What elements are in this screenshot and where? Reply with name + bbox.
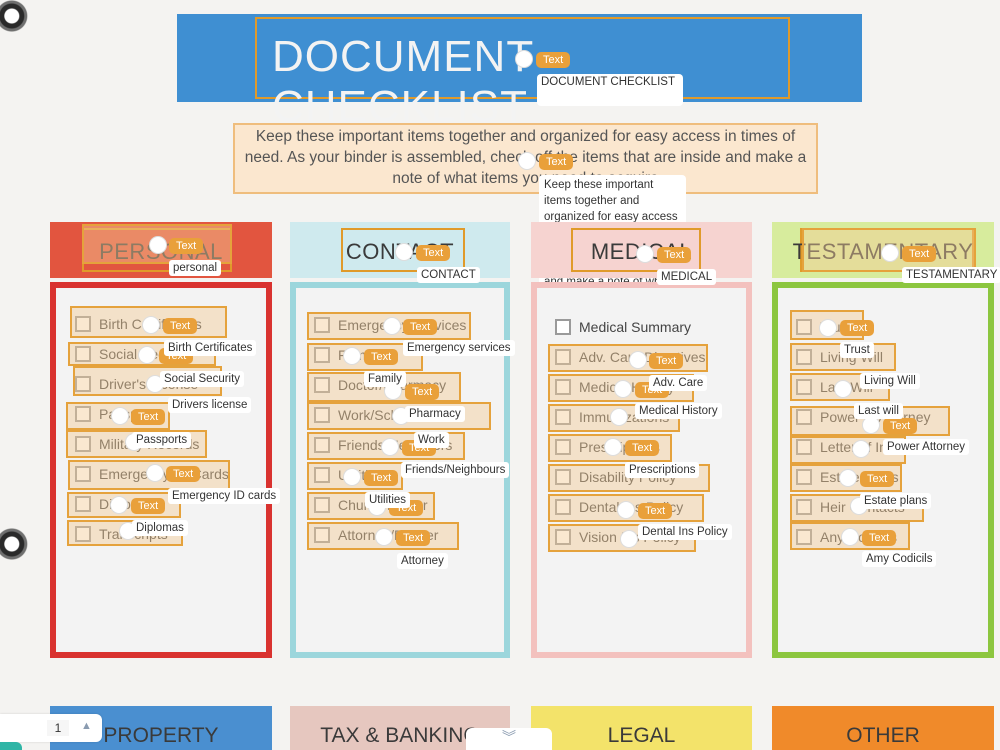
- page-navigator: 1 ▲: [0, 714, 102, 742]
- text-tag[interactable]: Text: [625, 440, 660, 456]
- text-tag[interactable]: Text: [657, 247, 692, 263]
- ocr-label: Adv. Care: [649, 375, 708, 391]
- ocr-label: Emergency services: [403, 340, 515, 356]
- ocr-label: Social Security: [160, 371, 245, 387]
- ocr-label: Estate plans: [860, 493, 932, 509]
- anchor-dot[interactable]: [615, 381, 631, 397]
- anchor-dot[interactable]: [835, 381, 851, 397]
- ocr-label: Passports: [132, 432, 192, 448]
- text-tag[interactable]: Text: [166, 466, 201, 482]
- anchor-dot[interactable]: [605, 439, 621, 455]
- text-tag[interactable]: Text: [902, 246, 937, 262]
- checkbox[interactable]: [555, 319, 571, 335]
- text-tag[interactable]: Text: [163, 318, 198, 334]
- checklist-item[interactable]: Medical Summary: [555, 316, 691, 338]
- ocr-label: personal: [169, 260, 222, 276]
- anchor-dot[interactable]: [396, 244, 412, 260]
- text-tag[interactable]: Text: [416, 245, 451, 261]
- ocr-label: Last will: [854, 403, 903, 419]
- text-tag[interactable]: Text: [862, 530, 897, 546]
- title-anchor-dot[interactable]: [516, 51, 532, 67]
- anchor-dot[interactable]: [820, 320, 836, 336]
- text-tag[interactable]: Text: [536, 52, 571, 68]
- ocr-label: Utilities: [365, 492, 411, 508]
- ocr-label: Amy Codicils: [862, 551, 937, 567]
- anchor-dot[interactable]: [112, 408, 128, 424]
- page-number-field[interactable]: 1: [47, 720, 69, 736]
- ocr-label: Medical History: [635, 403, 722, 419]
- text-tag[interactable]: Text: [649, 353, 684, 369]
- anchor-dot[interactable]: [630, 352, 646, 368]
- ocr-label: Power Attorney: [883, 439, 969, 455]
- anchor-dot[interactable]: [637, 246, 653, 262]
- ocr-label: MEDICAL: [657, 269, 717, 285]
- text-tag[interactable]: Text: [131, 409, 166, 425]
- ocr-label: Dental Ins Policy: [638, 524, 732, 540]
- anchor-dot[interactable]: [842, 529, 858, 545]
- ocr-label: Emergency ID cards: [168, 488, 281, 504]
- text-tag[interactable]: Text: [840, 320, 875, 336]
- text-tag[interactable]: Text: [403, 319, 438, 335]
- anchor-dot[interactable]: [621, 531, 637, 547]
- text-tag[interactable]: Text: [364, 470, 399, 486]
- anchor-dot[interactable]: [376, 529, 392, 545]
- anchor-dot[interactable]: [618, 502, 634, 518]
- ocr-label: Living Will: [860, 373, 920, 389]
- ocr-label: TESTAMENTARY: [902, 267, 1000, 283]
- anchor-dot[interactable]: [147, 465, 163, 481]
- text-tag[interactable]: Text: [405, 384, 440, 400]
- intro-anchor-dot[interactable]: [519, 153, 535, 169]
- ocr-label: Work: [414, 432, 449, 448]
- text-tag[interactable]: Text: [883, 418, 918, 434]
- anchor-dot[interactable]: [143, 317, 159, 333]
- ocr-label: Diplomas: [132, 520, 188, 536]
- ocr-label: CONTACT: [417, 267, 480, 283]
- anchor-dot[interactable]: [611, 409, 627, 425]
- text-tag[interactable]: Text: [860, 471, 895, 487]
- page-title: DOCUMENT CHECKLIST: [272, 32, 534, 131]
- corner-accent: [0, 742, 22, 750]
- anchor-dot[interactable]: [863, 417, 879, 433]
- section-header-legal: LEGAL: [531, 706, 752, 750]
- section-header-other: OTHER: [772, 706, 994, 750]
- ocr-label: Drivers license: [168, 397, 252, 413]
- ocr-label: Family: [364, 371, 406, 387]
- text-tag[interactable]: Text: [364, 349, 399, 365]
- document-page: DOCUMENT CHECKLIST Text DOCUMENT CHECKLI…: [0, 0, 1000, 750]
- annotation-box[interactable]: [548, 344, 708, 372]
- text-tag[interactable]: Text: [638, 503, 673, 519]
- ocr-label: Prescriptions: [625, 462, 700, 478]
- ocr-label: Birth Certificates: [164, 340, 257, 356]
- anchor-dot[interactable]: [882, 245, 898, 261]
- anchor-dot[interactable]: [853, 441, 869, 457]
- ocr-label: Friends/Neighbours: [401, 462, 510, 478]
- title-ocr-label: DOCUMENT CHECKLIST: [537, 74, 683, 106]
- text-tag[interactable]: Text: [169, 238, 204, 254]
- binder-hole: [0, 0, 28, 34]
- anchor-dot[interactable]: [111, 497, 127, 513]
- anchor-dot[interactable]: [382, 439, 398, 455]
- text-tag[interactable]: Text: [131, 498, 166, 514]
- ocr-label: Trust: [840, 342, 874, 358]
- anchor-dot[interactable]: [384, 318, 400, 334]
- anchor-dot[interactable]: [139, 347, 155, 363]
- text-tag[interactable]: Text: [539, 154, 574, 170]
- anchor-dot[interactable]: [840, 470, 856, 486]
- text-tag[interactable]: Text: [396, 530, 431, 546]
- chevron-up-icon[interactable]: ▲: [81, 720, 92, 732]
- binder-hole: [0, 526, 28, 562]
- anchor-dot[interactable]: [344, 469, 360, 485]
- expand-panel-button[interactable]: ︾: [466, 728, 552, 750]
- double-chevron-down-icon: ︾: [502, 729, 516, 745]
- anchor-dot[interactable]: [344, 348, 360, 364]
- ocr-label: Pharmacy: [405, 406, 465, 422]
- anchor-dot[interactable]: [150, 237, 166, 253]
- ocr-label: Attorney: [397, 553, 448, 569]
